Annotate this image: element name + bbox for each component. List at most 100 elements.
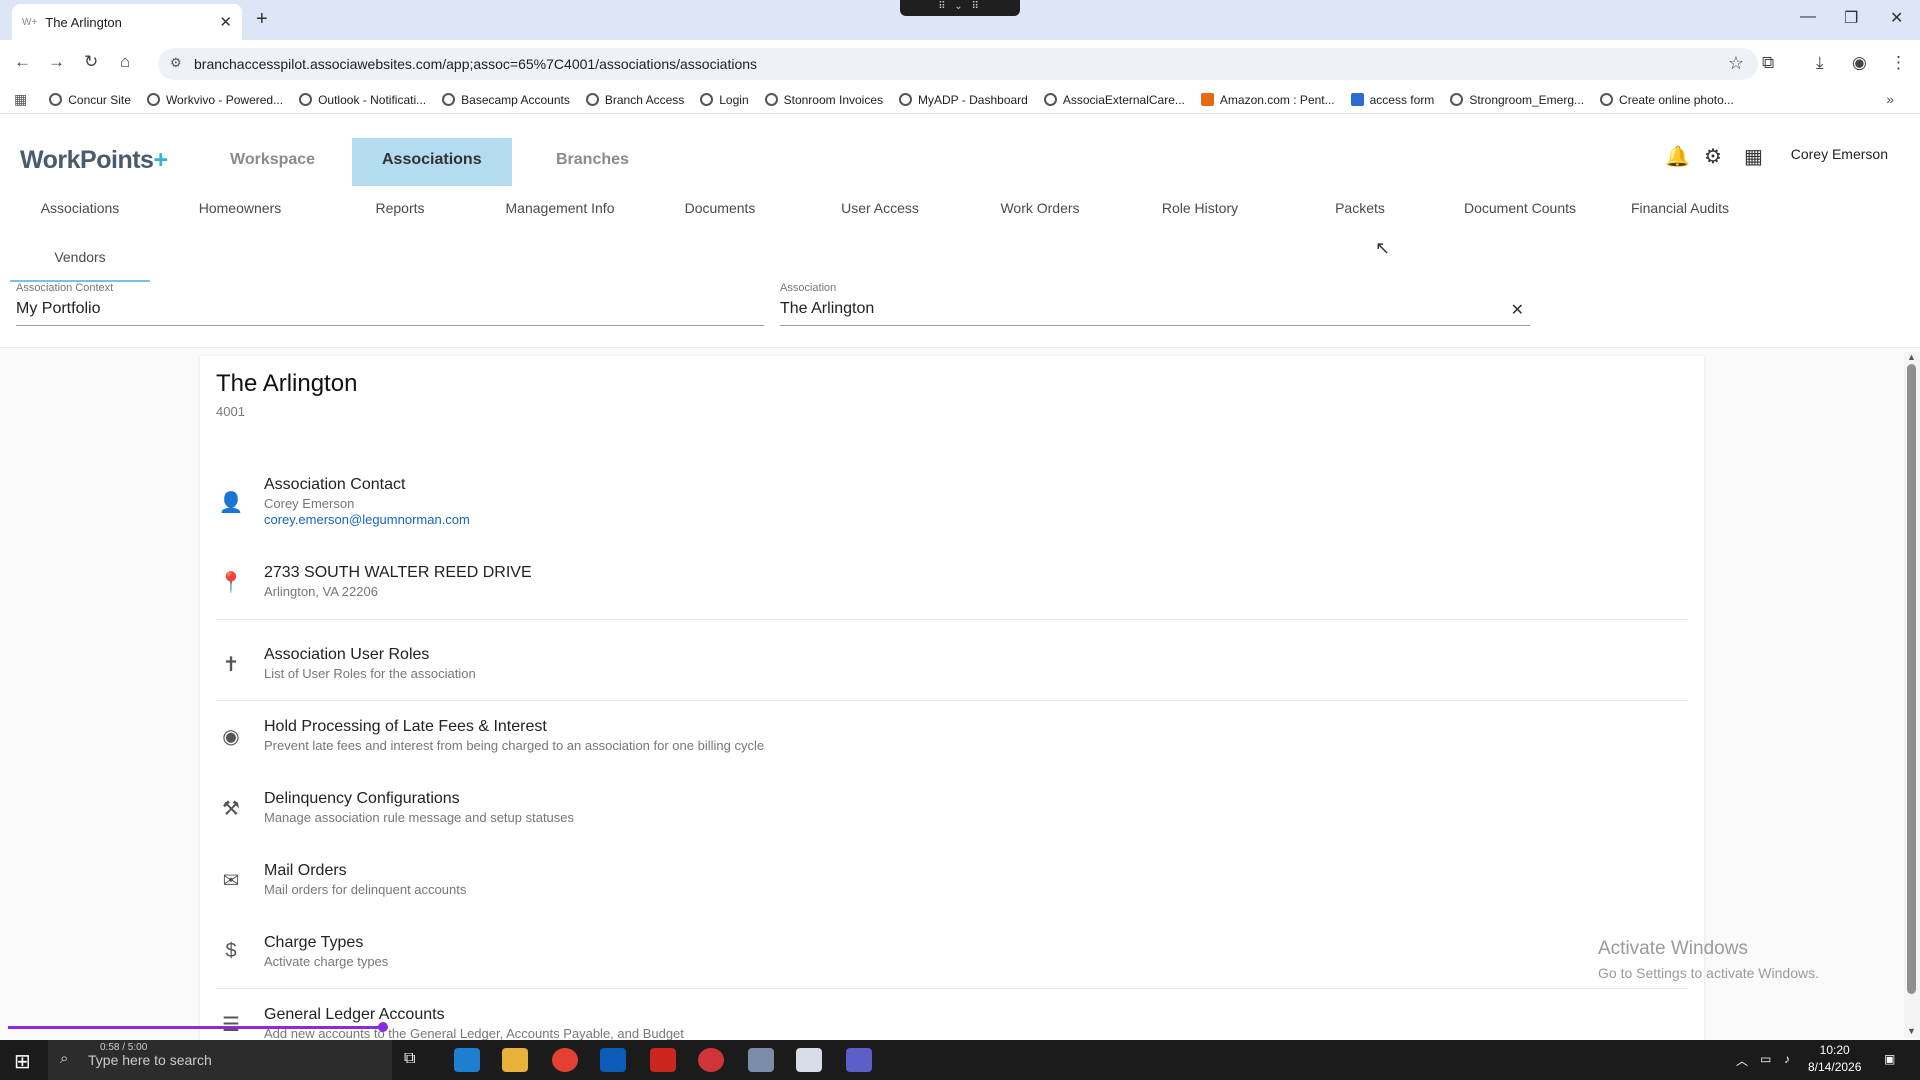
task-view-icon[interactable]: ⧉ [404,1050,430,1074]
search-placeholder[interactable]: Type here to search [88,1052,212,1068]
bookmark-item[interactable]: Stonroom Invoices [764,93,883,107]
person-icon: 👤 [218,492,244,514]
download-icon[interactable]: ⤓ [1816,53,1824,73]
bookmark-item[interactable]: Workvivo - Powered... [146,93,283,107]
minimize-icon[interactable]: — [1800,8,1816,26]
url-text[interactable]: branchaccesspilot.associawebsites.com/ap… [194,56,757,72]
bookmark-item[interactable]: Login [700,93,749,107]
tab-workspace[interactable]: Workspace [200,138,345,186]
subtab-homeowners[interactable]: Homeowners [170,200,310,216]
taskbar-search[interactable]: ⌕ 0:58 / 5:00 Type here to search [48,1040,392,1080]
tab-title: The Arlington [45,14,122,30]
association-context-field[interactable]: Association Context My Portfolio [16,282,764,326]
app-red-icon[interactable] [698,1048,724,1072]
subtab-associations[interactable]: Associations [10,200,150,216]
site-info-icon[interactable]: ⚙ [170,55,182,71]
bookmark-item[interactable]: Branch Access [585,93,684,107]
apps-icon[interactable]: ▦ [14,91,27,108]
bookmark-item[interactable]: MyADP - Dashboard [899,93,1028,107]
more-menu-icon[interactable]: ⋮ [1890,53,1907,73]
subtab-financial-audits[interactable]: Financial Audits [1610,200,1750,216]
association-context-label: Association Context [16,282,114,294]
system-clock[interactable]: 10:20 8/14/2026 [1808,1042,1861,1076]
tray-chevron-icon[interactable]: ︿ [1736,1052,1748,1069]
bell-icon[interactable]: 🔔 [1665,144,1690,169]
workpoints-logo[interactable]: WorkPoints+ [20,146,168,175]
app-gray-icon[interactable] [748,1048,774,1072]
chrome-icon[interactable] [552,1048,578,1072]
bookmark-item[interactable]: AssociaExternalCare... [1043,93,1185,107]
apps-grid-icon[interactable]: ▦ [1744,144,1763,169]
pdf-icon[interactable] [650,1048,676,1072]
network-icon[interactable]: ▭ [1760,1052,1771,1066]
more-bookmarks-icon[interactable]: » [1886,91,1894,107]
subtab-role-history[interactable]: Role History [1130,200,1270,216]
clear-icon[interactable]: ✕ [1511,300,1524,320]
user-name[interactable]: Corey Emerson [1791,146,1888,162]
tab-branches[interactable]: Branches [526,138,659,186]
home-icon[interactable]: ⌂ [120,52,130,72]
subtab-management-info[interactable]: Management Info [490,200,630,216]
amazon-icon [1200,93,1214,106]
bookmark-item[interactable]: Outlook - Notificati... [299,93,426,107]
media-progress-bar[interactable] [8,1026,386,1029]
screen-grip-handle[interactable]: ⠿ ⌄ ⠿ [900,0,1020,16]
activate-windows-sub: Go to Settings to activate Windows. [1598,965,1819,981]
subtab-user-access[interactable]: User Access [810,200,950,216]
bookmark-item[interactable]: access form [1350,93,1434,107]
volume-icon[interactable]: ♪ [1784,1052,1790,1066]
forward-icon[interactable]: → [48,52,65,72]
scroll-up-icon[interactable]: ▲ [1907,352,1916,362]
subtab-documents[interactable]: Documents [650,200,790,216]
divider [216,619,1688,620]
hold-late-fees-item[interactable]: ◉ Hold Processing of Late Fees & Interes… [216,718,1688,758]
bookmark-item[interactable]: Concur Site [49,93,131,107]
association-field[interactable]: Association The Arlington ✕ [780,282,1530,326]
notifications-icon[interactable]: ▣ [1884,1052,1895,1066]
calculator-icon[interactable] [796,1048,822,1072]
edge-icon[interactable] [454,1048,480,1072]
media-progress-knob[interactable] [378,1022,388,1032]
bookmark-item[interactable]: Create online photo... [1600,93,1734,107]
mail-orders-item[interactable]: ✉ Mail Orders Mail orders for delinquent… [216,862,1688,902]
url-box[interactable]: ⚙ branchaccesspilot.associawebsites.com/… [158,48,1758,80]
windows-start-icon[interactable]: ⊞ [14,1049,31,1074]
tab-close-icon[interactable]: ✕ [219,13,232,31]
teams-icon[interactable] [846,1048,872,1072]
association-context-value[interactable]: My Portfolio [16,300,100,318]
association-value[interactable]: The Arlington [780,300,874,318]
form-icon [1350,93,1364,106]
location-pin-icon: 📍 [218,572,244,594]
subtab-document-counts[interactable]: Document Counts [1450,200,1590,216]
page-title: The Arlington [216,370,358,397]
vertical-scrollbar[interactable]: ▲ ▼ [1904,352,1920,1038]
subtab-vendors[interactable]: Vendors [10,242,150,282]
file-explorer-icon[interactable] [502,1048,528,1072]
user-roles-item[interactable]: ✝ Association User Roles List of User Ro… [216,646,1688,686]
reload-icon[interactable]: ↻ [84,52,98,72]
general-ledger-item[interactable]: ☰ General Ledger Accounts Add new accoun… [216,1006,1688,1044]
outlook-icon[interactable] [600,1048,626,1072]
bookmark-item[interactable]: Strongroom_Emerg... [1450,93,1584,107]
scroll-down-icon[interactable]: ▼ [1907,1026,1916,1036]
subtab-reports[interactable]: Reports [330,200,470,216]
cast-icon[interactable]: ⧉ [1762,53,1774,73]
subtab-work-orders[interactable]: Work Orders [970,200,1110,216]
delinquency-configurations-item[interactable]: ⚒ Delinquency Configurations Manage asso… [216,790,1688,830]
back-icon[interactable]: ← [14,52,31,72]
bookmark-item[interactable]: Amazon.com : Pent... [1200,93,1335,107]
close-window-icon[interactable]: ✕ [1890,8,1903,28]
subtab-packets[interactable]: Packets [1290,200,1430,216]
tab-associations[interactable]: Associations [352,138,512,186]
browser-tab[interactable]: W+ The Arlington ✕ [12,4,242,40]
charge-types-item[interactable]: $ Charge Types Activate charge types [216,934,1688,974]
contact-email-link[interactable]: corey.emerson@legumnorman.com [264,512,470,527]
bookmark-item[interactable]: Basecamp Accounts [442,93,570,107]
scroll-thumb[interactable] [1907,364,1916,994]
gear-icon[interactable]: ⚙ [1704,144,1722,169]
new-tab-icon[interactable]: + [256,8,268,31]
bookmark-star-icon[interactable]: ☆ [1728,53,1744,74]
bookmark-icon [49,93,63,106]
restore-icon[interactable]: ❐ [1844,8,1858,28]
profile-icon[interactable]: ◉ [1852,53,1867,73]
